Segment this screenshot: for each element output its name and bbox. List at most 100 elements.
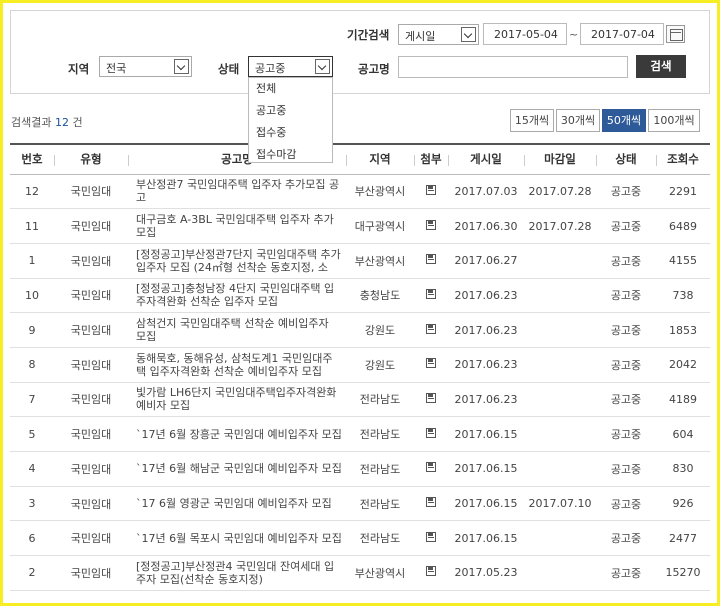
cell-deadline (524, 278, 596, 314)
status-select[interactable]: 공고중 (248, 56, 333, 77)
attachment-file-icon[interactable] (426, 184, 436, 195)
cell-title-link[interactable]: [정정공고]부산정관7단지 국민임대주택 추가 입주자 모집 (24㎡형 선착순… (128, 243, 346, 279)
cell-deadline: 2017.07.28 (524, 174, 596, 210)
cell-type: 국민임대 (54, 347, 128, 383)
cell-title-link[interactable]: `17년 6월 장흥군 국민임대 예비입주자 모집 (128, 416, 346, 452)
end-date-input[interactable]: 2017-07-04 (580, 23, 664, 45)
cell-posted: 2017.07.03 (448, 174, 524, 210)
cell-attachment[interactable] (414, 382, 448, 418)
search-button[interactable]: 검색 (636, 55, 686, 78)
notice-table: 번호 유형 공고명 지역 첨부 게시일 마감일 상태 조회수 12 국민임대 부산정… (10, 143, 710, 591)
period-type-value: 게시일 (405, 30, 436, 43)
table-row[interactable]: 2 국민임대 [정정공고]부산정관4 국민임대 잔여세대 입주자 모집(선착순 동호… (10, 555, 710, 591)
period-type-select[interactable]: 게시일 (398, 24, 479, 45)
notice-name-input[interactable] (398, 56, 628, 78)
cell-views: 926 (656, 486, 710, 522)
cell-status: 공고중 (596, 382, 656, 418)
table-row[interactable]: 7 국민임대 빛가람 LH6단지 국민임대주택입주자격완화 예비자 모집 전라남도 20… (10, 382, 710, 418)
table-row[interactable]: 12 국민임대 부산정관7 국민임대주택 입주자 추가모집 공고 부산광역시 2017.… (10, 174, 710, 210)
attachment-file-icon[interactable] (426, 462, 436, 473)
cell-deadline (524, 451, 596, 487)
table-row[interactable]: 11 국민임대 대구금호 A-3BL 국민임대주택 입주자 추가모집 대구광역시 201… (10, 208, 710, 244)
page-size-15-button[interactable]: 15개씩 (510, 109, 554, 132)
cell-title-link[interactable]: `17 6월 영광군 국민임대 예비입주자 모집 (128, 486, 346, 522)
cell-no: 5 (10, 416, 54, 452)
attachment-file-icon[interactable] (426, 323, 436, 334)
header-views: 조회수 (656, 143, 710, 175)
cell-title-link[interactable]: 삼척건지 국민임대주택 선착순 예비입주자 모집 (128, 312, 346, 348)
table-row[interactable]: 4 국민임대 `17년 6월 해남군 국민임대 예비입주자 모집 전라남도 2017.0… (10, 451, 710, 487)
cell-title-link[interactable]: [정정공고]충청남장 4단지 국민임대주택 입주자격완화 선착순 입주자 모집 (128, 278, 346, 314)
cell-posted: 2017.06.15 (448, 451, 524, 487)
cell-title-link[interactable]: `17년 6월 목포시 국민임대 예비입주자 모집 (128, 520, 346, 557)
status-label: 상태 (218, 62, 240, 76)
cell-title-link[interactable]: 대구금호 A-3BL 국민임대주택 입주자 추가모집 (128, 208, 346, 244)
attachment-file-icon[interactable] (426, 392, 436, 403)
table-row[interactable]: 8 국민임대 동해묵호, 동해유성, 삼척도계1 국민임대주택 입주자격완화 선착순… (10, 347, 710, 383)
table-row[interactable]: 1 국민임대 [정정공고]부산정관7단지 국민임대주택 추가 입주자 모집 (24㎡… (10, 243, 710, 279)
page-size-100-button[interactable]: 100개씩 (648, 109, 700, 132)
cell-deadline (524, 555, 596, 591)
cell-attachment[interactable] (414, 312, 448, 348)
table-row[interactable]: 9 국민임대 삼척건지 국민임대주택 선착순 예비입주자 모집 강원도 2017.06.… (10, 312, 710, 348)
cell-attachment[interactable] (414, 278, 448, 314)
cell-attachment[interactable] (414, 486, 448, 522)
header-status: 상태 (596, 143, 656, 175)
cell-posted: 2017.06.15 (448, 520, 524, 557)
result-count-number: 12 (54, 116, 69, 129)
header-no: 번호 (10, 143, 54, 175)
table-row[interactable]: 10 국민임대 [정정공고]충청남장 4단지 국민임대주택 입주자격완화 선착순 입… (10, 278, 710, 314)
cell-type: 국민임대 (54, 208, 128, 244)
cell-region: 전라남도 (346, 382, 414, 418)
cell-views: 2477 (656, 520, 710, 557)
cell-attachment[interactable] (414, 451, 448, 487)
cell-title-link[interactable]: 빛가람 LH6단지 국민임대주택입주자격완화 예비자 모집 (128, 382, 346, 418)
cell-title-link[interactable]: [정정공고]부산정관4 국민임대 잔여세대 입주자 모집(선착순 동호지정) (128, 555, 346, 591)
cell-no: 3 (10, 486, 54, 522)
period-search-label: 기간검색 (347, 28, 390, 42)
cell-attachment[interactable] (414, 347, 448, 383)
attachment-file-icon[interactable] (426, 566, 436, 577)
status-option-receiving[interactable]: 접수중 (249, 122, 332, 144)
region-select[interactable]: 전국 (99, 56, 192, 77)
attachment-file-icon[interactable] (426, 531, 436, 542)
status-option-all[interactable]: 전체 (249, 78, 332, 100)
cell-region: 부산광역시 (346, 555, 414, 591)
cell-attachment[interactable] (414, 174, 448, 210)
cell-title-link[interactable]: 동해묵호, 동해유성, 삼척도계1 국민임대주택 입주자격완화 선착순 예비입주… (128, 347, 346, 383)
cell-title-link[interactable]: `17년 6월 해남군 국민임대 예비입주자 모집 (128, 451, 346, 487)
status-option-announcing[interactable]: 공고중 (249, 100, 332, 122)
attachment-file-icon[interactable] (426, 219, 436, 230)
cell-region: 전라남도 (346, 451, 414, 487)
cell-views: 1853 (656, 312, 710, 348)
cell-attachment[interactable] (414, 416, 448, 452)
cell-status: 공고중 (596, 520, 656, 557)
table-row[interactable]: 5 국민임대 `17년 6월 장흥군 국민임대 예비입주자 모집 전라남도 2017.0… (10, 416, 710, 452)
cell-attachment[interactable] (414, 243, 448, 279)
cell-posted: 2017.06.27 (448, 243, 524, 279)
cell-attachment[interactable] (414, 208, 448, 244)
page-size-30-button[interactable]: 30개씩 (556, 109, 600, 132)
cell-deadline (524, 312, 596, 348)
attachment-file-icon[interactable] (426, 254, 436, 265)
page-size-50-button[interactable]: 50개씩 (602, 109, 646, 132)
cell-deadline (524, 520, 596, 557)
cell-views: 4189 (656, 382, 710, 418)
result-count: 검색결과 12 건 (11, 114, 83, 130)
cell-type: 국민임대 (54, 555, 128, 591)
start-date-input[interactable]: 2017-05-04 (483, 23, 567, 45)
attachment-file-icon[interactable] (426, 497, 436, 508)
cell-deadline (524, 382, 596, 418)
status-option-closed[interactable]: 접수마감 (249, 144, 332, 166)
cell-attachment[interactable] (414, 520, 448, 557)
cell-type: 국민임대 (54, 382, 128, 418)
table-row[interactable]: 3 국민임대 `17 6월 영광군 국민임대 예비입주자 모집 전라남도 2017.06… (10, 486, 710, 522)
cell-posted: 2017.06.23 (448, 312, 524, 348)
calendar-icon[interactable] (666, 25, 685, 43)
table-row[interactable]: 6 국민임대 `17년 6월 목포시 국민임대 예비입주자 모집 전라남도 2017.0… (10, 520, 710, 557)
cell-attachment[interactable] (414, 555, 448, 591)
attachment-file-icon[interactable] (426, 288, 436, 299)
cell-title-link[interactable]: 부산정관7 국민임대주택 입주자 추가모집 공고 (128, 174, 346, 210)
attachment-file-icon[interactable] (426, 427, 436, 438)
attachment-file-icon[interactable] (426, 358, 436, 369)
